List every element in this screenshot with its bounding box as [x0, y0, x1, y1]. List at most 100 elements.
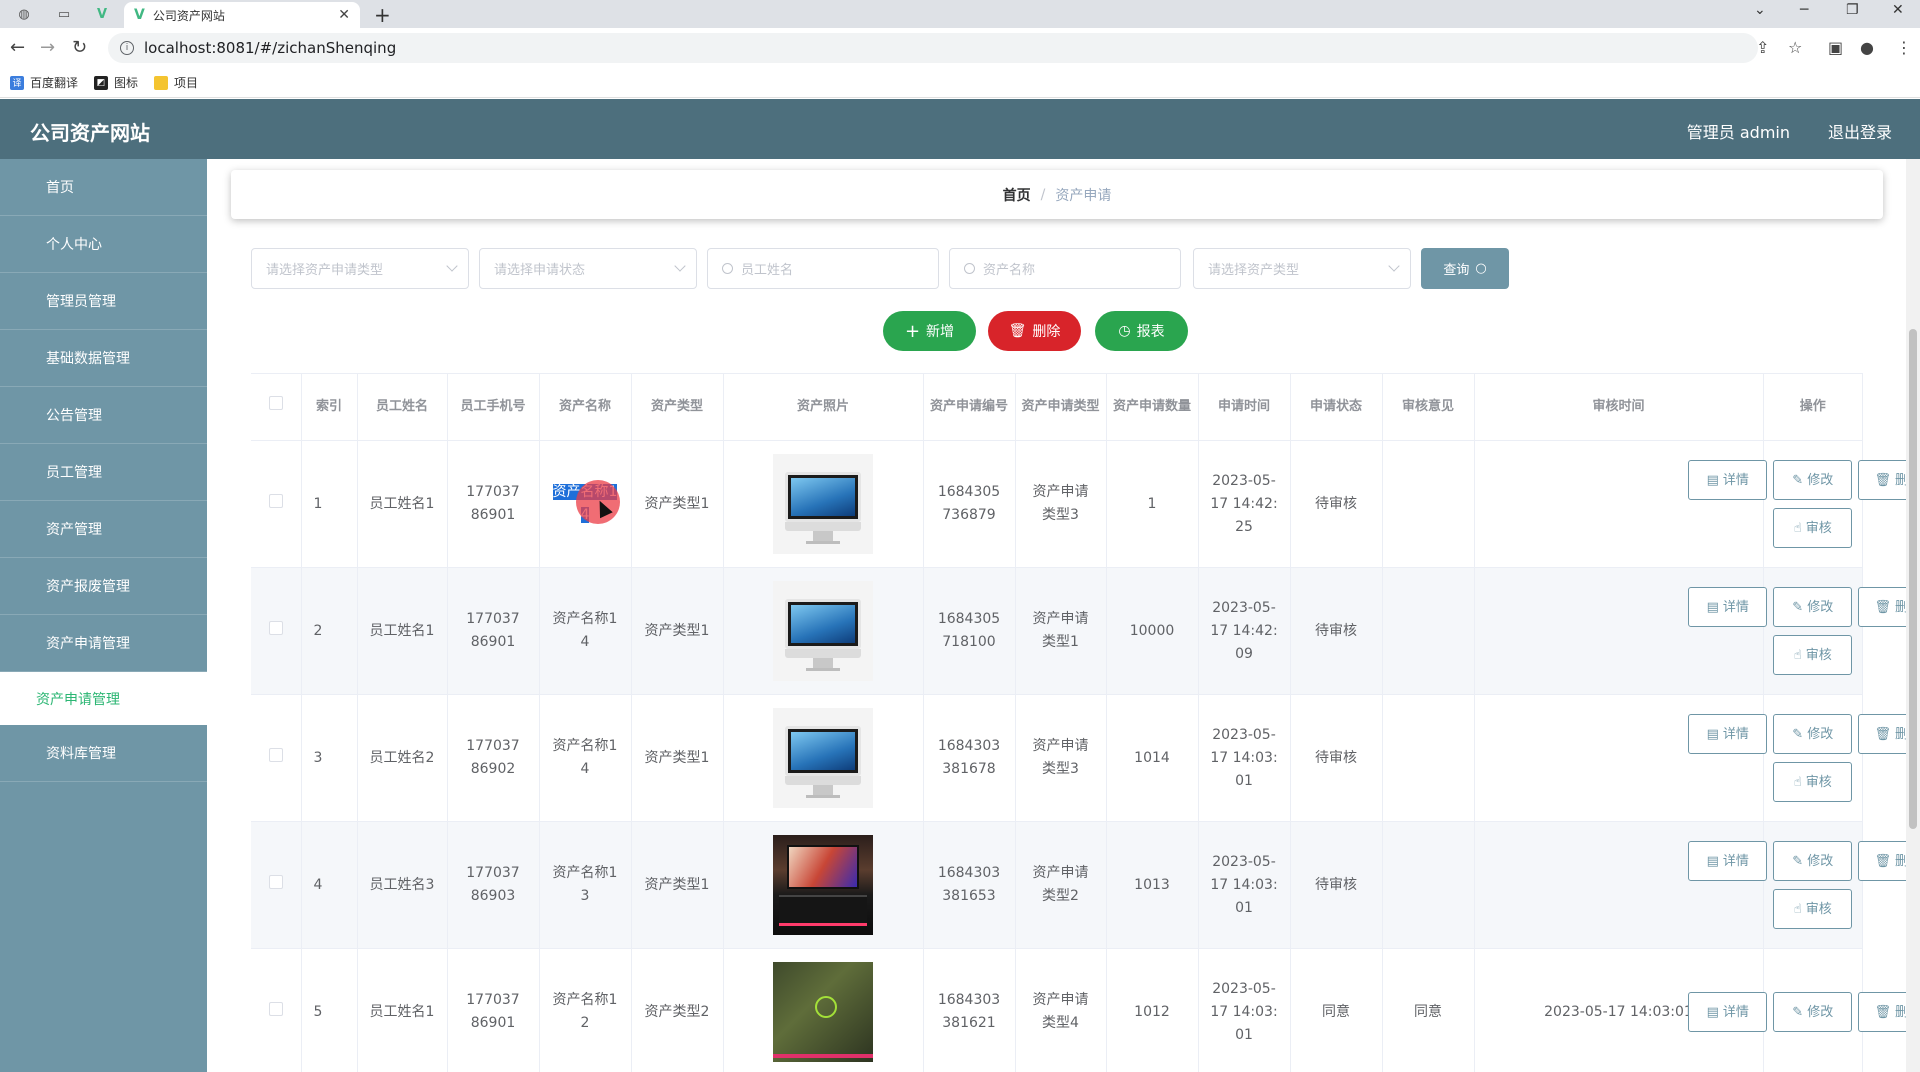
- globe-icon[interactable]: ◍: [6, 2, 42, 26]
- sidebar-item-admins[interactable]: 管理员管理: [0, 273, 207, 330]
- review-button[interactable]: ☝ 审核: [1773, 889, 1853, 929]
- query-button[interactable]: 查询 ○: [1421, 248, 1509, 289]
- forward-icon[interactable]: →: [40, 37, 55, 58]
- report-button[interactable]: ◷ 报表: [1095, 311, 1188, 351]
- detail-button[interactable]: ▤ 详情: [1688, 587, 1768, 627]
- cell-asset-type: 资产类型1: [631, 440, 724, 568]
- page-scrollbar[interactable]: [1906, 159, 1920, 1072]
- sidebar-subitem-apply-active[interactable]: 资产申请管理: [0, 672, 207, 725]
- delete-button[interactable]: 🗑 删除: [988, 311, 1081, 351]
- cell-qty: 1014: [1106, 694, 1199, 822]
- bookmark-star-icon[interactable]: ☆: [1788, 38, 1802, 57]
- row-checkbox[interactable]: [268, 493, 283, 508]
- cell-employee-name: 员工姓名2: [357, 694, 448, 822]
- tab-close-icon[interactable]: ✕: [338, 7, 350, 23]
- detail-button[interactable]: ▤ 详情: [1688, 992, 1768, 1032]
- status-select[interactable]: 请选择申请状态: [479, 248, 697, 289]
- row-operations: ▤详情✎修改🗑删除☝审核: [1688, 587, 1920, 675]
- site-info-icon[interactable]: i: [120, 41, 134, 55]
- table-row[interactable]: 4 员工姓名3 17703786903 资产名称13 资产类型1 168430338165…: [251, 821, 1920, 949]
- cell-employee-name: 员工姓名1: [357, 567, 448, 695]
- apply-type-select[interactable]: 请选择资产申请类型: [251, 248, 469, 289]
- table-header-row: 索引 员工姓名 员工手机号 资产名称 资产类型 资产照片 资产申请编号 资产申请…: [251, 373, 1863, 441]
- cell-status: 同意: [1290, 948, 1383, 1072]
- new-tab-icon[interactable]: +: [374, 3, 391, 27]
- select-all-checkbox[interactable]: [268, 396, 283, 410]
- row-checkbox[interactable]: [268, 874, 283, 889]
- url-bar[interactable]: i localhost:8081/#/zichanShenqing: [108, 33, 1758, 63]
- review-button[interactable]: ☝ 审核: [1773, 762, 1853, 802]
- restore-icon[interactable]: ❐: [1846, 2, 1859, 18]
- row-checkbox[interactable]: [268, 620, 283, 635]
- sidebar-item-employees[interactable]: 员工管理: [0, 444, 207, 501]
- sidebar-item-home[interactable]: 首页: [0, 159, 207, 216]
- edit-button[interactable]: ✎ 修改: [1773, 714, 1853, 754]
- cell-phone: 17703786903: [447, 821, 540, 949]
- detail-button[interactable]: ▤ 详情: [1688, 714, 1768, 754]
- edit-button[interactable]: ✎ 修改: [1773, 460, 1853, 500]
- table-row[interactable]: 5 员工姓名1 17703786901 资产名称12 资产类型2 168430338162…: [251, 948, 1920, 1072]
- chevron-down-icon: [446, 260, 458, 272]
- review-button[interactable]: ☝ 审核: [1773, 508, 1853, 548]
- edit-button[interactable]: ✎ 修改: [1773, 841, 1853, 881]
- active-tab[interactable]: V 公司资产网站 ✕: [124, 2, 360, 28]
- chevron-down-icon: [1388, 260, 1400, 272]
- scrollbar-thumb[interactable]: [1909, 329, 1917, 829]
- table-row[interactable]: 1员工姓名117703786901资产名称14资产类型1168430573687…: [251, 440, 1920, 568]
- th-index: 索引: [301, 373, 358, 441]
- cell-index: 2: [301, 567, 358, 695]
- sidebar-item-assets[interactable]: 资产管理: [0, 501, 207, 558]
- review-button[interactable]: ☝ 审核: [1773, 635, 1853, 675]
- tab-search-icon[interactable]: ⌄: [1754, 2, 1766, 18]
- share-icon[interactable]: ⇪: [1756, 38, 1769, 57]
- asset-type-select[interactable]: 请选择资产类型: [1193, 248, 1411, 289]
- row-operations: ▤详情✎修改🗑删除☝审核: [1688, 714, 1920, 802]
- table-row[interactable]: 3 员工姓名2 17703786902 资产名称14 资产类型1 168430338167…: [251, 694, 1920, 822]
- cell-apply-type: 资产申请类型1: [1015, 567, 1107, 695]
- detail-button[interactable]: ▤ 详情: [1688, 460, 1768, 500]
- row-checkbox[interactable]: [268, 747, 283, 762]
- tab-title: 公司资产网站: [152, 8, 225, 23]
- pencil-icon: ✎: [1792, 726, 1804, 742]
- asset-photo: [773, 454, 873, 554]
- cell-apply-code: 1684303381621: [923, 948, 1016, 1072]
- asset-name-input[interactable]: 资产名称: [949, 248, 1181, 289]
- blank-tab-icon[interactable]: ▭: [46, 2, 82, 26]
- bookmark-project[interactable]: 项目: [154, 74, 198, 91]
- asset-photo: [773, 708, 873, 808]
- pencil-icon: ✎: [1792, 1004, 1804, 1020]
- minimize-icon[interactable]: ─: [1800, 2, 1808, 18]
- cell-qty: 1: [1106, 440, 1199, 568]
- edit-button[interactable]: ✎ 修改: [1773, 992, 1853, 1032]
- back-icon[interactable]: ←: [10, 37, 25, 58]
- cell-status: 待审核: [1290, 694, 1383, 822]
- cell-photo: [723, 948, 924, 1072]
- edit-button[interactable]: ✎ 修改: [1773, 587, 1853, 627]
- bookmark-baidu-translate[interactable]: 译 百度翻译: [10, 74, 78, 91]
- row-checkbox[interactable]: [268, 1001, 283, 1016]
- window-close-icon[interactable]: ✕: [1892, 2, 1904, 18]
- vue-logo-icon: V: [134, 7, 145, 23]
- profile-icon[interactable]: ●: [1860, 38, 1874, 57]
- sidebar-item-apply[interactable]: 资产申请管理: [0, 615, 207, 672]
- th-status: 申请状态: [1290, 373, 1383, 441]
- vue-tab-icon[interactable]: V: [84, 2, 120, 26]
- sidebar-item-notices[interactable]: 公告管理: [0, 387, 207, 444]
- employee-name-input[interactable]: 员工姓名: [707, 248, 939, 289]
- sidepanel-icon[interactable]: ▣: [1828, 38, 1843, 57]
- menu-icon: [22, 578, 38, 594]
- sidebar-item-basedata[interactable]: 基础数据管理: [0, 330, 207, 387]
- sidebar-item-profile[interactable]: 个人中心: [0, 216, 207, 273]
- logout-link[interactable]: 退出登录: [1828, 119, 1892, 143]
- detail-button[interactable]: ▤ 详情: [1688, 841, 1768, 881]
- cell-opinion: [1382, 821, 1475, 949]
- table-row[interactable]: 2 员工姓名1 17703786901 资产名称14 资产类型1 168430571810…: [251, 567, 1920, 695]
- menu-kebab-icon[interactable]: ⋮: [1896, 38, 1912, 57]
- reload-icon[interactable]: ↻: [72, 37, 87, 58]
- bookmark-icons[interactable]: ◩ 图标: [94, 74, 138, 91]
- sidebar-item-library[interactable]: 资料库管理: [0, 725, 207, 782]
- sidebar-item-scrap[interactable]: 资产报废管理: [0, 558, 207, 615]
- add-button[interactable]: + 新增: [883, 311, 976, 351]
- breadcrumb-home[interactable]: 首页: [1003, 185, 1031, 205]
- select-all-cell: [251, 373, 302, 441]
